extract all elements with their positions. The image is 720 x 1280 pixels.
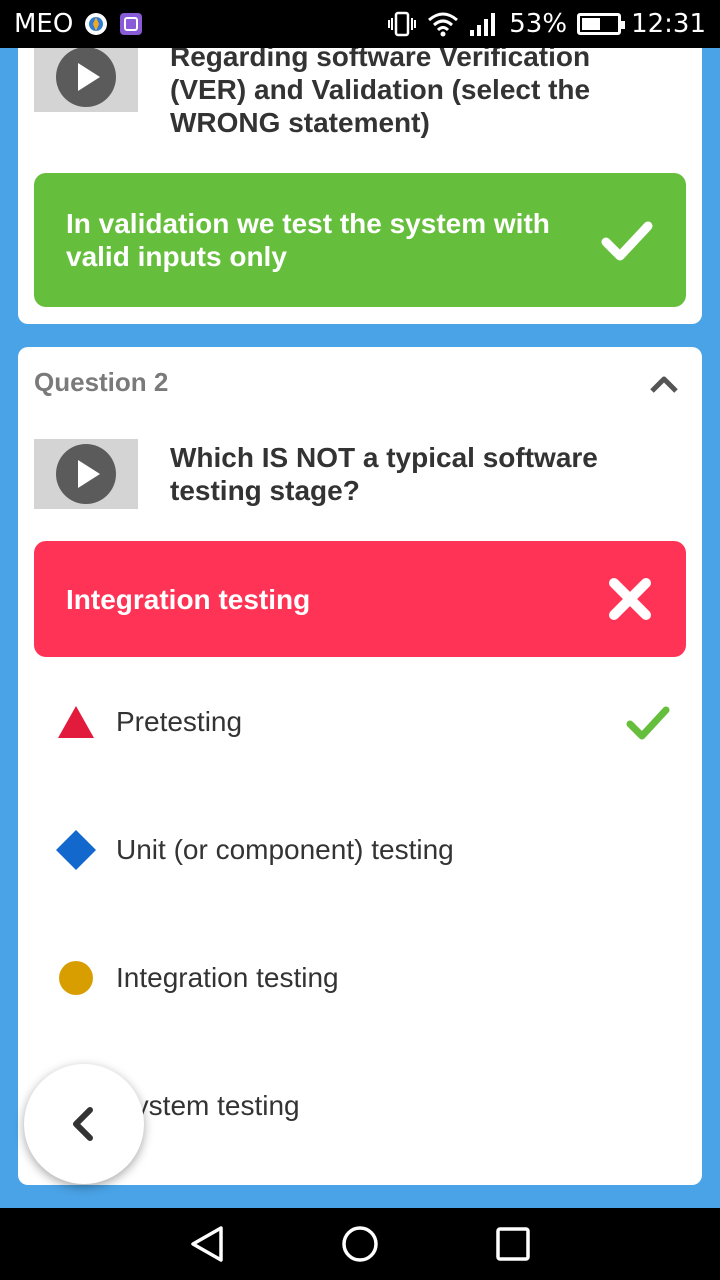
carrier-name: MEO (14, 9, 74, 39)
battery-percent: 53% (509, 9, 568, 39)
chevron-left-icon (73, 1107, 93, 1141)
question-2-video[interactable] (34, 439, 138, 509)
play-icon (56, 48, 116, 107)
triangle-icon (52, 698, 100, 746)
chevron-up-icon[interactable] (648, 369, 680, 401)
vibrate-icon (388, 11, 417, 37)
battery-icon (577, 13, 626, 35)
option-unit-testing: Unit (or component) testing (52, 820, 672, 880)
status-bar: MEO 53% 12:31 (0, 0, 720, 48)
clock: 12:31 (631, 9, 706, 39)
nav-recents-button[interactable] (491, 1222, 535, 1266)
location-icon (85, 13, 108, 35)
gallery-icon (120, 13, 143, 35)
home-icon (342, 1226, 378, 1262)
option-system-testing: System testing (52, 1076, 672, 1136)
option-integration-testing: Integration testing (52, 948, 672, 1008)
question-1-answer: In validation we test the system with va… (34, 173, 686, 307)
option-label: Integration testing (116, 962, 339, 993)
recents-icon (496, 1227, 531, 1261)
question-2-answer: Integration testing (34, 541, 686, 657)
nav-home-button[interactable] (338, 1222, 382, 1266)
question-1-answer-text: In validation we test the system with va… (66, 208, 550, 272)
navigation-bar (0, 1208, 720, 1280)
question-2-text: Which IS NOT a typical software testing … (170, 442, 598, 506)
question-2-label: Question 2 (34, 367, 169, 397)
option-pretesting: Pretesting (52, 692, 672, 752)
back-icon (190, 1226, 223, 1262)
wifi-icon (428, 12, 459, 37)
question-2-card: Question 2 Which IS NOT a typical softwa… (18, 347, 702, 1185)
question-2-answer-text: Integration testing (66, 583, 311, 615)
back-button[interactable] (24, 1064, 144, 1184)
option-label: Pretesting (116, 706, 243, 737)
cross-icon (609, 578, 651, 620)
signal-icon (470, 13, 496, 36)
nav-back-button[interactable] (185, 1222, 229, 1266)
option-label: System testing (116, 1090, 300, 1121)
question-1-card: Regarding software Verification (VER) an… (18, 48, 702, 324)
question-1-video[interactable] (34, 48, 138, 112)
question-1-text: Regarding software Verification (VER) an… (170, 48, 591, 138)
checkmark-icon (601, 221, 653, 261)
option-label: Unit (or component) testing (116, 834, 454, 865)
correct-checkmark-icon (626, 706, 670, 740)
play-icon (56, 444, 116, 504)
circle-icon (52, 954, 100, 1002)
diamond-icon (52, 826, 100, 874)
